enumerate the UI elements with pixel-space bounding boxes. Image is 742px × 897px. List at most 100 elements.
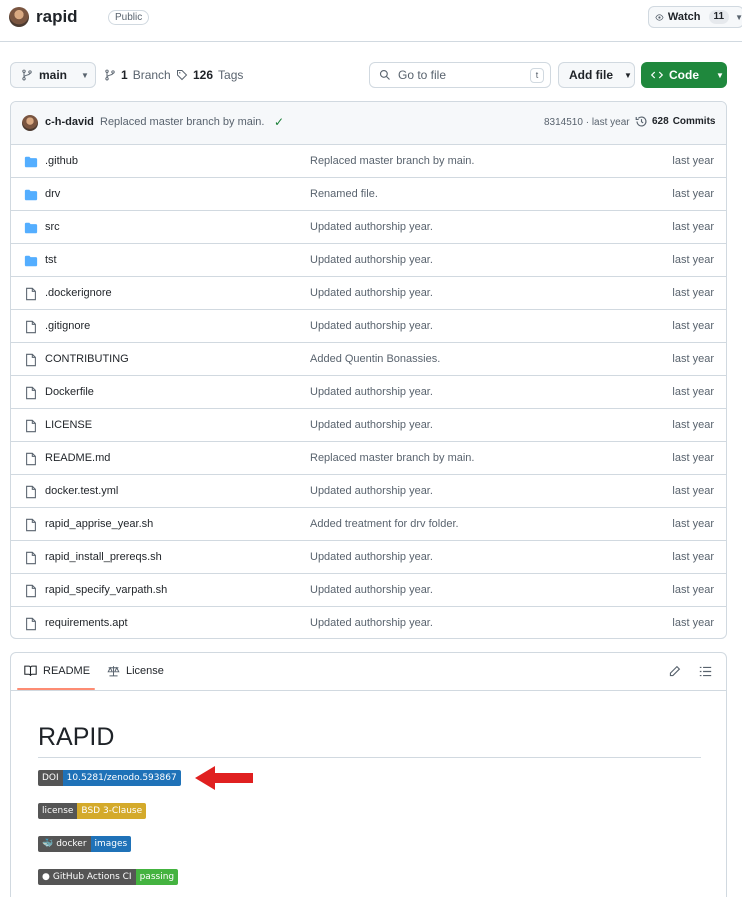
file-name[interactable]: .github (45, 155, 78, 167)
file-name[interactable]: Dockerfile (45, 386, 94, 398)
add-file-button[interactable]: Add file ▼ (558, 62, 635, 88)
commits-link[interactable]: 628 Commits (635, 115, 715, 128)
owner-avatar[interactable] (9, 7, 29, 27)
file-row[interactable]: tst Updated authorship year. last year (11, 244, 726, 277)
repo-name[interactable]: rapid (36, 7, 78, 27)
github-icon: ● (42, 872, 50, 882)
file-row[interactable]: rapid_apprise_year.sh Added treatment for… (11, 508, 726, 541)
file-commit-message[interactable]: Added treatment for drv folder. (310, 518, 459, 530)
badge-label-text: DOI (42, 773, 59, 783)
file-row[interactable]: requirements.apt Updated authorship year.… (11, 607, 726, 638)
commit-time: last year (591, 117, 630, 128)
file-commit-message[interactable]: Updated authorship year. (310, 485, 433, 497)
file-commit-message[interactable]: Updated authorship year. (310, 584, 433, 596)
file-row[interactable]: drv Renamed file. last year (11, 178, 726, 211)
tab-license[interactable]: License (107, 665, 164, 677)
file-row[interactable]: rapid_specify_varpath.sh Updated authorsh… (11, 574, 726, 607)
file-name[interactable]: src (45, 221, 60, 233)
file-name[interactable]: tst (45, 254, 57, 266)
pencil-icon[interactable] (668, 665, 681, 678)
tab-readme[interactable]: README (24, 665, 90, 677)
file-commit-message[interactable]: Updated authorship year. (310, 287, 433, 299)
badge[interactable]: license BSD 3-Clause (38, 803, 147, 819)
file-time: last year (672, 386, 714, 398)
file-table: c-h-david Replaced master branch by main… (10, 101, 727, 639)
file-row[interactable]: .gitignore Updated authorship year. last y… (11, 310, 726, 343)
shortcut-key: t (530, 68, 544, 83)
file-name[interactable]: README.md (45, 452, 110, 464)
commit-author[interactable]: c-h-david (45, 116, 94, 128)
badge[interactable]: DOI 10.5281/zenodo.593867 (38, 770, 181, 786)
file-name[interactable]: LICENSE (45, 419, 92, 431)
go-to-file-placeholder: Go to file (398, 68, 447, 82)
branch-name: main (39, 68, 68, 82)
code-label: Code (669, 68, 699, 82)
file-icon (24, 452, 38, 466)
file-commit-message[interactable]: Renamed file. (310, 188, 378, 200)
chevron-down-icon[interactable]: ▼ (735, 13, 742, 22)
check-icon[interactable]: ✓ (274, 115, 284, 129)
tag-icon (177, 70, 188, 81)
commit-message[interactable]: Replaced master branch by main. (100, 116, 264, 128)
file-icon (24, 551, 38, 565)
branches-link[interactable]: 1 Branch (104, 68, 171, 82)
file-commit-message[interactable]: Replaced master branch by main. (310, 155, 474, 167)
branch-icon (105, 69, 115, 81)
file-row[interactable]: LICENSE Updated authorship year. last year (11, 409, 726, 442)
branches-label: Branch (132, 68, 171, 82)
history-icon (635, 116, 647, 127)
watch-count: 11 (708, 10, 730, 24)
file-row[interactable]: .dockerignore Updated authorship year. las… (11, 277, 726, 310)
badge-label-text: docker (56, 839, 87, 849)
file-commit-message[interactable]: Updated authorship year. (310, 221, 433, 233)
watch-button[interactable]: Watch 11 ▼ (648, 6, 742, 28)
file-name[interactable]: requirements.apt (45, 617, 128, 629)
badge-value: passing (135, 869, 179, 885)
tags-link[interactable]: 126 Tags (176, 68, 243, 82)
file-row[interactable]: src Updated authorship year. last year (11, 211, 726, 244)
file-time: last year (672, 551, 714, 563)
badge[interactable]: ● GitHub Actions CI passing (38, 869, 179, 885)
badge-value: 10.5281/zenodo.593867 (62, 770, 181, 786)
file-commit-message[interactable]: Added Quentin Bonassies. (310, 353, 440, 365)
file-name[interactable]: rapid_install_prereqs.sh (45, 551, 162, 563)
file-commit-message[interactable]: Updated authorship year. (310, 254, 433, 266)
file-commit-message[interactable]: Updated authorship year. (310, 419, 433, 431)
file-row[interactable]: rapid_install_prereqs.sh Updated authorsh… (11, 541, 726, 574)
file-commit-message[interactable]: Updated authorship year. (310, 551, 433, 563)
file-name[interactable]: drv (45, 188, 60, 200)
outline-icon[interactable] (699, 665, 712, 678)
go-to-file-input[interactable]: Go to file t (369, 62, 551, 88)
file-icon (24, 485, 38, 499)
tab-readme-label: README (43, 665, 91, 677)
file-name[interactable]: rapid_specify_varpath.sh (45, 584, 167, 596)
folder-icon (24, 221, 38, 235)
file-name[interactable]: CONTRIBUTING (45, 353, 129, 365)
file-row[interactable]: Dockerfile Updated authorship year. last y… (11, 376, 726, 409)
latest-commit-bar: c-h-david Replaced master branch by main… (11, 102, 726, 145)
file-commit-message[interactable]: Updated authorship year. (310, 386, 433, 398)
branch-selector[interactable]: main ▼ (10, 62, 96, 88)
commit-hash-time[interactable]: 8314510 · last year (544, 117, 630, 128)
badge[interactable]: 🐳 docker images (38, 836, 132, 852)
file-row[interactable]: docker.test.yml Updated authorship year. l… (11, 475, 726, 508)
file-time: last year (672, 518, 714, 530)
file-name[interactable]: rapid_apprise_year.sh (45, 518, 153, 530)
author-avatar[interactable] (22, 115, 38, 131)
file-commit-message[interactable]: Updated authorship year. (310, 320, 433, 332)
file-name[interactable]: docker.test.yml (45, 485, 118, 497)
file-row[interactable]: CONTRIBUTING Added Quentin Bonassies. last… (11, 343, 726, 376)
file-row[interactable]: README.md Replaced master branch by main.… (11, 442, 726, 475)
file-list: .github Replaced master branch by main. la… (11, 145, 726, 638)
file-icon (24, 584, 38, 598)
file-commit-message[interactable]: Replaced master branch by main. (310, 452, 474, 464)
file-row[interactable]: .github Replaced master branch by main. la… (11, 145, 726, 178)
badge-label: license (38, 803, 78, 819)
file-name[interactable]: .gitignore (45, 320, 90, 332)
code-button[interactable]: Code ▼ (641, 62, 727, 88)
file-commit-message[interactable]: Updated authorship year. (310, 617, 433, 629)
badge-value: BSD 3-Clause (77, 803, 147, 819)
search-icon (379, 69, 390, 80)
file-name[interactable]: .dockerignore (45, 287, 112, 299)
file-time: last year (672, 452, 714, 464)
